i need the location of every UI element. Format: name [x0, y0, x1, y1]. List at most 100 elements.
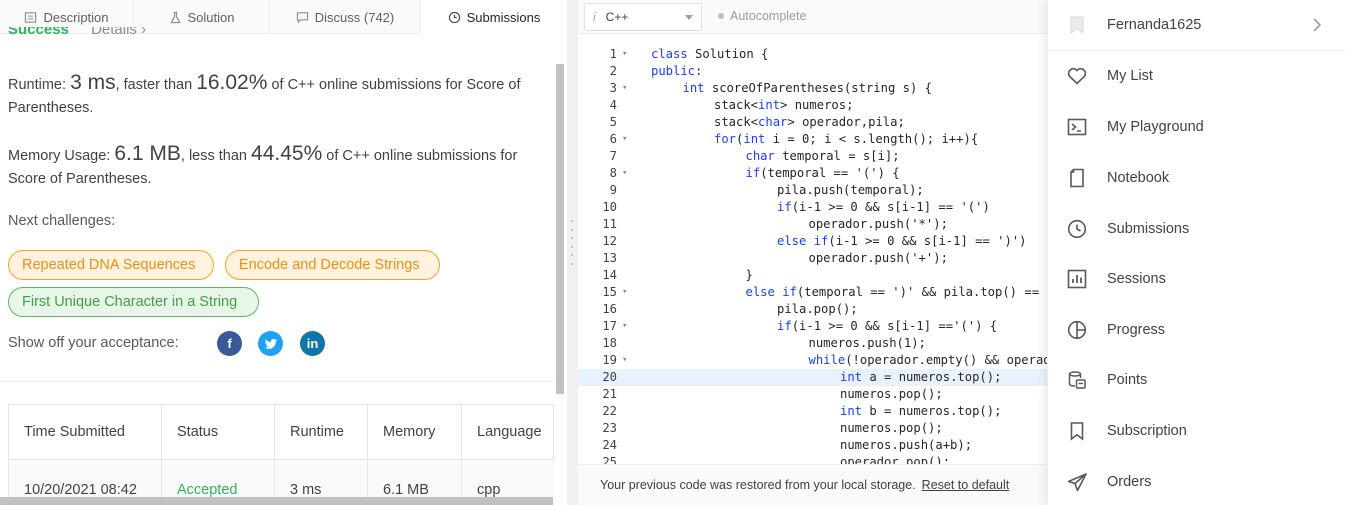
- code-text: numeros.push(1);: [808, 336, 926, 350]
- code-text: else if(temporal == ')' && pila.top() ==: [745, 285, 1040, 299]
- reset-to-default-link[interactable]: Reset to default: [922, 478, 1010, 492]
- facebook-icon[interactable]: f: [217, 331, 242, 356]
- code-line[interactable]: 23 numeros.pop();: [578, 420, 1047, 437]
- menu-item-playground[interactable]: My Playground: [1048, 107, 1345, 147]
- challenge-first-unique[interactable]: First Unique Character in a String: [8, 287, 259, 317]
- tab-solution[interactable]: Solution: [134, 0, 270, 34]
- header-memory[interactable]: Memory: [368, 405, 462, 459]
- tab-label: Submissions: [466, 9, 541, 25]
- tab-label: Solution: [187, 9, 235, 25]
- code-line[interactable]: 2 public:: [578, 63, 1047, 80]
- linkedin-icon[interactable]: in: [300, 331, 325, 356]
- line-number: 1: [609, 47, 617, 61]
- challenge-encode-decode[interactable]: Encode and Decode Strings: [225, 250, 440, 280]
- code-text: operador.push('*');: [808, 217, 948, 231]
- code-line[interactable]: 1 ▾ class Solution {: [578, 46, 1047, 63]
- code-line[interactable]: 20 int a = numeros.top();: [578, 369, 1047, 386]
- autocomplete-toggle[interactable]: Autocomplete: [718, 9, 806, 23]
- code-line[interactable]: 13 operador.push('+');: [578, 250, 1047, 267]
- runtime-mid: , faster than: [115, 77, 197, 93]
- line-number: 21: [602, 387, 617, 401]
- twitter-icon[interactable]: [258, 331, 283, 356]
- menu-label: Orders: [1107, 474, 1152, 490]
- drag-dots-icon: [570, 220, 574, 265]
- vertical-scrollbar[interactable]: [556, 64, 564, 394]
- code-line[interactable]: 12 else if(i-1 >= 0 && s[i-1] == ')'): [578, 233, 1047, 250]
- line-number: 20: [602, 370, 617, 384]
- line-number: 13: [602, 251, 617, 265]
- horizontal-scrollbar[interactable]: [0, 497, 553, 505]
- menu-item-submissions[interactable]: Submissions: [1048, 209, 1345, 249]
- line-number: 3: [609, 81, 617, 95]
- menu-item-progress[interactable]: Progress: [1048, 310, 1345, 350]
- fold-arrow-icon[interactable]: ▾: [622, 318, 627, 335]
- code-line[interactable]: 9 pila.push(temporal);: [578, 182, 1047, 199]
- line-number: 16: [602, 302, 617, 316]
- line-number: 19: [602, 353, 617, 367]
- menu-item-points[interactable]: Points: [1048, 360, 1345, 400]
- line-number: 10: [602, 200, 617, 214]
- code-line[interactable]: 15 ▾ else if(temporal == ')' && pila.top()…: [578, 284, 1047, 301]
- code-line[interactable]: 24 numeros.push(a+b);: [578, 437, 1047, 454]
- header-runtime[interactable]: Runtime: [275, 405, 368, 459]
- menu-label: Points: [1107, 372, 1148, 388]
- fold-arrow-icon[interactable]: ▾: [622, 352, 627, 369]
- code-line[interactable]: 3 ▾ int scoreOfParentheses(string s) {: [578, 80, 1047, 97]
- code-line[interactable]: 25 operador.pop();: [578, 454, 1047, 464]
- code-text: else if(i-1 >= 0 && s[i-1] == ')'): [777, 234, 1027, 248]
- code-text: }: [745, 268, 753, 282]
- memory-value: 6.1 MB: [114, 142, 181, 165]
- fold-arrow-icon[interactable]: ▾: [622, 284, 627, 301]
- header-language[interactable]: Language: [462, 405, 555, 459]
- code-line[interactable]: 8 ▾ if(temporal == '(') {: [578, 165, 1047, 182]
- code-text: operador.push('+');: [808, 251, 948, 265]
- line-number: 9: [609, 183, 617, 197]
- code-text: pila.pop();: [777, 302, 858, 316]
- code-line[interactable]: 16 pila.pop();: [578, 301, 1047, 318]
- code-line[interactable]: 17 ▾ if(i-1 >= 0 && s[i-1] =='(') {: [578, 318, 1047, 335]
- info-icon: i: [593, 10, 596, 24]
- tab-discuss[interactable]: Discuss (742): [270, 0, 421, 34]
- menu-item-notebook[interactable]: Notebook: [1048, 158, 1345, 198]
- details-label: Details: [91, 27, 137, 38]
- fold-arrow-icon[interactable]: ▾: [622, 46, 627, 63]
- menu-item-subscription[interactable]: Subscription: [1048, 411, 1345, 451]
- line-number: 2: [609, 64, 617, 78]
- details-link[interactable]: Details ›: [91, 27, 146, 38]
- header-status[interactable]: Status: [162, 405, 275, 459]
- terminal-icon: [1067, 118, 1087, 136]
- menu-label: Subscription: [1107, 423, 1187, 439]
- code-text: int a = numeros.top();: [840, 370, 1002, 384]
- code-line[interactable]: 21 numeros.pop();: [578, 386, 1047, 403]
- user-profile-row[interactable]: Fernanda1625: [1048, 0, 1345, 51]
- code-line[interactable]: 4 stack<int> numeros;: [578, 97, 1047, 114]
- code-line[interactable]: 7 char temporal = s[i];: [578, 148, 1047, 165]
- menu-item-orders[interactable]: Orders: [1048, 462, 1345, 502]
- header-time[interactable]: Time Submitted: [9, 405, 162, 459]
- line-number: 11: [602, 217, 617, 231]
- user-menu: Fernanda1625 My List My Playground Noteb…: [1047, 0, 1345, 505]
- code-line[interactable]: 5 stack<char> operador,pila;: [578, 114, 1047, 131]
- code-line[interactable]: 19 ▾ while(!operador.empty() && operador: [578, 352, 1047, 369]
- menu-item-my-list[interactable]: My List: [1048, 56, 1345, 96]
- heart-icon: [1067, 67, 1087, 85]
- code-line[interactable]: 10 if(i-1 >= 0 && s[i-1] == '('): [578, 199, 1047, 216]
- code-line[interactable]: 18 numeros.push(1);: [578, 335, 1047, 352]
- code-line[interactable]: 11 operador.push('*');: [578, 216, 1047, 233]
- line-number: 18: [602, 336, 617, 350]
- code-area[interactable]: 1 ▾ class Solution {2 public: 3 ▾ int scoreOfP…: [578, 46, 1047, 464]
- tab-submissions[interactable]: Submissions: [421, 0, 567, 34]
- code-line[interactable]: 14}: [578, 267, 1047, 284]
- code-line[interactable]: 22 int b = numeros.top();: [578, 403, 1047, 420]
- fold-arrow-icon[interactable]: ▾: [622, 131, 627, 148]
- editor-footer: Your previous code was restored from you…: [578, 464, 1047, 505]
- fold-arrow-icon[interactable]: ▾: [622, 165, 627, 182]
- code-text: int b = numeros.top();: [840, 404, 1002, 418]
- panel-resize-handle[interactable]: [567, 0, 578, 505]
- fold-arrow-icon[interactable]: ▾: [622, 80, 627, 97]
- code-line[interactable]: 6 ▾ for(int i = 0; i < s.length(); i++){: [578, 131, 1047, 148]
- language-select[interactable]: i C++: [584, 3, 702, 31]
- menu-item-sessions[interactable]: Sessions: [1048, 259, 1345, 299]
- challenge-repeated-dna[interactable]: Repeated DNA Sequences: [8, 250, 214, 280]
- code-text: if(temporal == '(') {: [745, 166, 900, 180]
